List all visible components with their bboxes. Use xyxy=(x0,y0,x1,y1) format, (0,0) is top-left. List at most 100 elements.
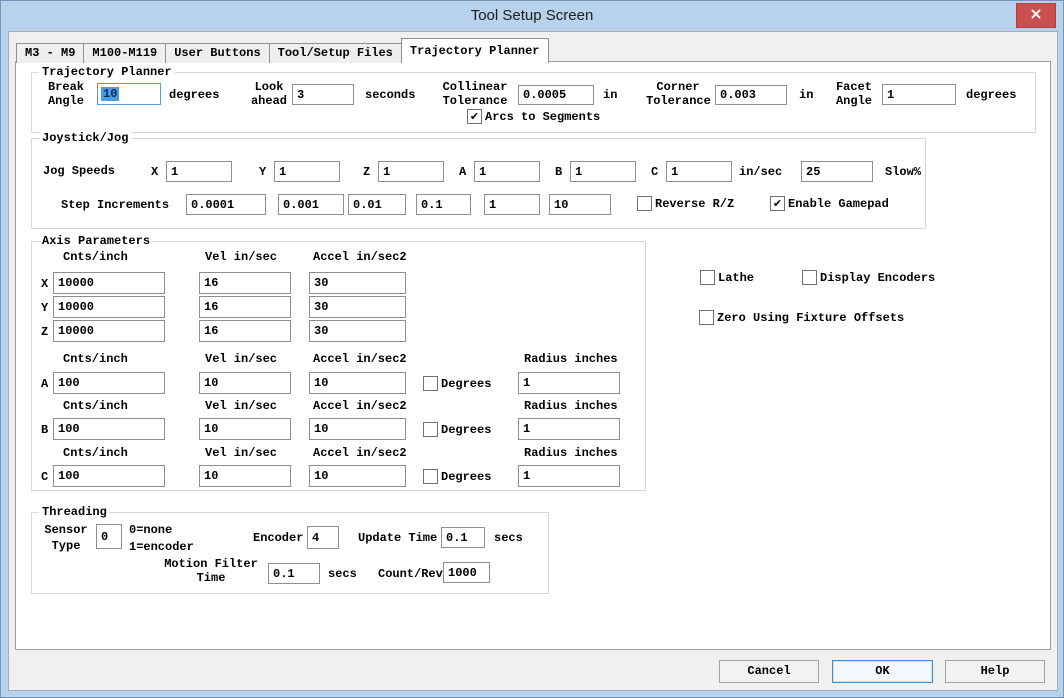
checkbox-check-icon xyxy=(423,376,438,391)
display-encoders-checkbox[interactable]: Display Encoders xyxy=(802,270,935,285)
tab-strip: M3 - M9 M100-M119 User Buttons Tool/Setu… xyxy=(16,38,548,63)
c-degrees-checkbox[interactable]: Degrees xyxy=(423,469,491,484)
lathe-checkbox[interactable]: Lathe xyxy=(700,270,754,285)
ok-button[interactable]: OK xyxy=(832,660,933,683)
vel-header: Vel in/sec xyxy=(205,250,277,264)
step-increment-1-input[interactable] xyxy=(186,194,266,215)
checkbox-check-icon xyxy=(637,196,652,211)
b-degrees-label: Degrees xyxy=(441,422,491,437)
look-ahead-input[interactable] xyxy=(292,84,354,105)
help-button[interactable]: Help xyxy=(945,660,1045,683)
facet-angle-input[interactable] xyxy=(882,84,956,105)
z-vel-input[interactable] xyxy=(199,320,291,342)
b-cnts-input[interactable] xyxy=(53,418,165,440)
step-increment-4-input[interactable] xyxy=(416,194,471,215)
a-vel-input[interactable] xyxy=(199,372,291,394)
facet-angle-unit: degrees xyxy=(966,88,1016,102)
x-vel-input[interactable] xyxy=(199,272,291,294)
axis-y-label: Y xyxy=(41,301,48,315)
axis-x-label: X xyxy=(41,277,48,291)
c-radius-input[interactable] xyxy=(518,465,620,487)
motion-filter-time-unit: secs xyxy=(328,567,357,581)
b-radius-input[interactable] xyxy=(518,418,620,440)
step-increment-2-input[interactable] xyxy=(278,194,344,215)
tab-m100-m119[interactable]: M100-M119 xyxy=(83,43,166,63)
step-increment-3-input[interactable] xyxy=(348,194,406,215)
jog-speed-c-input[interactable] xyxy=(666,161,732,182)
title-bar: Tool Setup Screen xyxy=(1,1,1063,31)
x-accel-input[interactable] xyxy=(309,272,406,294)
collinear-tolerance-unit: in xyxy=(603,88,617,102)
cnts-header: Cnts/inch xyxy=(63,250,128,264)
zero-fixture-offsets-label: Zero Using Fixture Offsets xyxy=(717,310,904,325)
tab-user-buttons[interactable]: User Buttons xyxy=(165,43,269,63)
slow-percent-input[interactable] xyxy=(801,161,873,182)
count-rev-label: Count/Rev xyxy=(378,567,443,581)
step-increment-5-input[interactable] xyxy=(484,194,540,215)
axis-b-label: B xyxy=(41,423,48,437)
b-degrees-checkbox[interactable]: Degrees xyxy=(423,422,491,437)
b-accel-input[interactable] xyxy=(309,418,406,440)
trajectory-planner-group-label: Trajectory Planner xyxy=(39,65,175,79)
jog-speed-b-input[interactable] xyxy=(570,161,636,182)
vel-header: Vel in/sec xyxy=(205,446,277,460)
y-cnts-input[interactable] xyxy=(53,296,165,318)
y-accel-input[interactable] xyxy=(309,296,406,318)
threading-group-label: Threading xyxy=(39,505,110,519)
axis-parameters-group-label: Axis Parameters xyxy=(39,234,153,248)
jog-speed-z-input[interactable] xyxy=(378,161,444,182)
checkbox-check-icon: ✔ xyxy=(467,109,482,124)
jog-speed-unit: in/sec xyxy=(739,165,782,179)
axis-c-label: C xyxy=(41,470,48,484)
vel-header: Vel in/sec xyxy=(205,399,277,413)
accel-header: Accel in/sec2 xyxy=(313,250,407,264)
joystick-jog-group-label: Joystick/Jog xyxy=(39,131,131,145)
arcs-to-segments-checkbox[interactable]: ✔ Arcs to Segments xyxy=(467,109,600,124)
corner-tolerance-input[interactable] xyxy=(715,85,787,105)
radius-header: Radius inches xyxy=(524,399,618,413)
a-degrees-checkbox[interactable]: Degrees xyxy=(423,376,491,391)
step-increments-label: Step Increments xyxy=(61,198,169,212)
cnts-header: Cnts/inch xyxy=(63,352,128,366)
encoder-input[interactable] xyxy=(307,526,339,549)
c-vel-input[interactable] xyxy=(199,465,291,487)
reverse-rz-checkbox[interactable]: Reverse R/Z xyxy=(637,196,734,211)
tab-tool-setup-files[interactable]: Tool/Setup Files xyxy=(269,43,402,63)
enable-gamepad-label: Enable Gamepad xyxy=(788,196,889,211)
b-vel-input[interactable] xyxy=(199,418,291,440)
count-rev-input[interactable] xyxy=(443,562,490,583)
jog-axis-a-label: A xyxy=(459,165,466,179)
y-vel-input[interactable] xyxy=(199,296,291,318)
update-time-input[interactable] xyxy=(441,527,485,548)
z-cnts-input[interactable] xyxy=(53,320,165,342)
tool-setup-window: Tool Setup Screen × M3 - M9 M100-M119 Us… xyxy=(0,0,1064,698)
break-angle-input[interactable]: 10 xyxy=(97,83,161,105)
jog-speed-a-input[interactable] xyxy=(474,161,540,182)
close-button[interactable]: × xyxy=(1016,3,1056,28)
x-cnts-input[interactable] xyxy=(53,272,165,294)
c-cnts-input[interactable] xyxy=(53,465,165,487)
break-angle-unit: degrees xyxy=(169,88,219,102)
jog-axis-x-label: X xyxy=(151,165,158,179)
tab-trajectory-planner[interactable]: Trajectory Planner xyxy=(401,38,549,63)
jog-axis-z-label: Z xyxy=(363,165,370,179)
facet-angle-label: Facet Angle xyxy=(831,80,877,108)
enable-gamepad-checkbox[interactable]: ✔ Enable Gamepad xyxy=(770,196,889,211)
step-increment-6-input[interactable] xyxy=(549,194,611,215)
zero-fixture-offsets-checkbox[interactable]: Zero Using Fixture Offsets xyxy=(699,310,904,325)
c-accel-input[interactable] xyxy=(309,465,406,487)
tab-m3-m9[interactable]: M3 - M9 xyxy=(16,43,84,63)
arcs-to-segments-label: Arcs to Segments xyxy=(485,109,600,124)
cancel-button[interactable]: Cancel xyxy=(719,660,819,683)
z-accel-input[interactable] xyxy=(309,320,406,342)
a-radius-input[interactable] xyxy=(518,372,620,394)
sensor-type-input[interactable] xyxy=(96,524,122,549)
jog-speed-x-input[interactable] xyxy=(166,161,232,182)
encoder-label: Encoder xyxy=(253,531,303,545)
motion-filter-time-input[interactable] xyxy=(268,563,320,584)
collinear-tolerance-input[interactable] xyxy=(518,85,594,105)
jog-speed-y-input[interactable] xyxy=(274,161,340,182)
accel-header: Accel in/sec2 xyxy=(313,446,407,460)
a-cnts-input[interactable] xyxy=(53,372,165,394)
a-accel-input[interactable] xyxy=(309,372,406,394)
